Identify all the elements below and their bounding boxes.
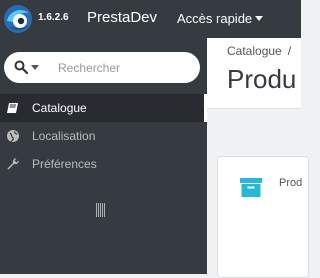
quick-access-dropdown[interactable]: Accès rapide — [177, 11, 264, 26]
panel-label: Prod — [279, 177, 303, 189]
sidebar-menu: Catalogue Localisation Préférences — [0, 94, 207, 178]
breadcrumb-item[interactable]: Catalogue — [227, 44, 282, 58]
search-box — [4, 52, 200, 83]
content-panel: Prod — [217, 156, 309, 278]
wrench-icon — [7, 158, 19, 170]
globe-icon — [7, 130, 19, 143]
sidebar-item-catalogue[interactable]: Catalogue — [0, 94, 207, 122]
caret-down-icon — [255, 16, 264, 21]
quick-access-label: Accès rapide — [177, 11, 253, 26]
sidebar-item-localisation[interactable]: Localisation — [0, 122, 207, 150]
breadcrumb: Catalogue / — [227, 44, 291, 58]
prestashop-logo-icon[interactable] — [3, 4, 33, 34]
main-content: Catalogue / Produ Prod — [207, 38, 309, 278]
sidebar-item-preferences[interactable]: Préférences — [0, 150, 207, 178]
search-type-caret-icon[interactable] — [31, 65, 39, 70]
archive-box-icon — [240, 178, 262, 197]
book-icon — [7, 103, 18, 113]
page-header: Catalogue / Produ — [207, 38, 301, 109]
resize-grip-icon[interactable] — [96, 203, 108, 217]
version-label: 1.6.2.6 — [38, 12, 69, 23]
search-input[interactable] — [56, 57, 196, 79]
breadcrumb-separator: / — [287, 44, 292, 58]
sidebar: Catalogue Localisation Préférences — [0, 38, 207, 274]
search-icon[interactable] — [14, 60, 28, 74]
sidebar-item-label: Préférences — [32, 157, 97, 171]
sidebar-item-label: Localisation — [32, 129, 96, 143]
sidebar-item-label: Catalogue — [32, 101, 87, 115]
page-title: Produ — [227, 64, 297, 94]
top-bar: 1.6.2.6 PrestaDev Accès rapide — [0, 0, 301, 38]
shop-name[interactable]: PrestaDev — [87, 9, 157, 26]
